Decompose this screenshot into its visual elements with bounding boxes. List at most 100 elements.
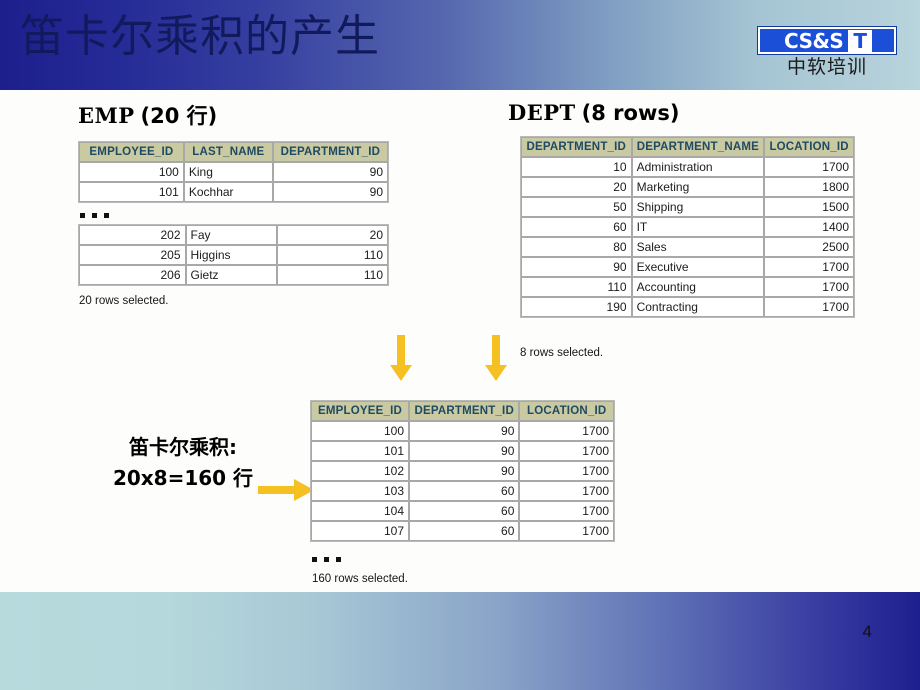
dept-result-table: DEPARTMENT_ID DEPARTMENT_NAME LOCATION_I…: [520, 136, 855, 318]
table-cell: 1700: [519, 501, 614, 521]
logo-badge-box: CS&S T: [757, 26, 897, 55]
table-cell: 90: [272, 182, 388, 202]
table-row: 202 Fay 20: [79, 225, 388, 245]
table-row: 50 Shipping 1500: [521, 197, 854, 217]
table-header-row: EMPLOYEE_ID LAST_NAME DEPARTMENT_ID: [79, 142, 388, 162]
table-cell: 20: [277, 225, 388, 245]
product-label-line2: 20x8=160 行: [112, 466, 254, 490]
table-cell: 1700: [519, 481, 614, 501]
table-cell: Administration: [631, 157, 765, 177]
slide-header-band: 笛卡尔乘积的产生 CS&S T 中软培训: [0, 0, 920, 90]
table-cell: 107: [311, 521, 410, 541]
slide-footer-band: 4: [0, 592, 920, 690]
table-cell: 60: [409, 501, 520, 521]
column-header-employee-id: EMPLOYEE_ID: [79, 142, 184, 162]
table-cell: 1700: [764, 297, 854, 317]
table-cell: 104: [311, 501, 410, 521]
table-row: 90 Executive 1700: [521, 257, 854, 277]
table-cell: 1700: [519, 461, 614, 481]
table-cell: 90: [409, 461, 520, 481]
column-header-department-name: DEPARTMENT_NAME: [631, 137, 765, 157]
table-cell: 90: [272, 162, 388, 182]
table-cell: 205: [79, 245, 186, 265]
table-cell: 206: [79, 265, 186, 285]
table-cell: 103: [311, 481, 410, 501]
product-label-line1: 笛卡尔乘积:: [129, 435, 237, 459]
table-header-row: DEPARTMENT_ID DEPARTMENT_NAME LOCATION_I…: [521, 137, 854, 157]
table-cell: 1700: [519, 441, 614, 461]
table-cell: Higgins: [185, 245, 278, 265]
table-cell: Fay: [185, 225, 278, 245]
table-cell: 90: [521, 257, 632, 277]
table-cell: 50: [521, 197, 632, 217]
table-cell: Shipping: [631, 197, 765, 217]
table-cell: 20: [521, 177, 632, 197]
cartesian-result-table: EMPLOYEE_ID DEPARTMENT_ID LOCATION_ID 10…: [310, 400, 615, 542]
table-cell: 1500: [764, 197, 854, 217]
table-cell: 60: [409, 481, 520, 501]
column-header-department-id: DEPARTMENT_ID: [409, 401, 520, 421]
dept-title-name: DEPT: [508, 100, 576, 125]
column-header-employee-id: EMPLOYEE_ID: [311, 401, 410, 421]
column-header-department-id: DEPARTMENT_ID: [272, 142, 388, 162]
dot-square: [80, 213, 85, 218]
column-header-location-id: LOCATION_ID: [519, 401, 614, 421]
table-cell: Accounting: [631, 277, 765, 297]
table-row: 100 King 90: [79, 162, 388, 182]
dept-rows-selected-caption: 8 rows selected.: [520, 347, 604, 359]
table-cell: 1800: [764, 177, 854, 197]
dot-square: [92, 213, 97, 218]
column-header-department-id: DEPARTMENT_ID: [521, 137, 632, 157]
table-cell: 1700: [764, 277, 854, 297]
dept-table-title: DEPT (8 rows): [508, 100, 679, 125]
cartesian-product-label: 笛卡尔乘积: 20x8=160 行: [103, 432, 263, 494]
dept-title-count: (8 rows): [581, 101, 680, 125]
table-cell: 1400: [764, 217, 854, 237]
page-title: 笛卡尔乘积的产生: [20, 11, 380, 62]
table-cell: 80: [521, 237, 632, 257]
table-cell: 202: [79, 225, 186, 245]
emp-result-table-top: EMPLOYEE_ID LAST_NAME DEPARTMENT_ID 100 K…: [78, 141, 389, 203]
table-row: 80 Sales 2500: [521, 237, 854, 257]
table-row: 205 Higgins 110: [79, 245, 388, 265]
emp-title-count: (20 行): [140, 104, 218, 128]
table-row: 103 60 1700: [311, 481, 614, 501]
dot-square: [324, 557, 329, 562]
dot-square: [104, 213, 109, 218]
arrow-right-icon-product: [258, 479, 314, 501]
table-row: 104 60 1700: [311, 501, 614, 521]
table-cell: 1700: [764, 157, 854, 177]
table-cell: 60: [521, 217, 632, 237]
table-cell: Contracting: [631, 297, 765, 317]
logo-wordmark: CS&S: [784, 28, 844, 53]
table-cell: 1700: [519, 521, 614, 541]
dot-square: [336, 557, 341, 562]
table-row: 10 Administration 1700: [521, 157, 854, 177]
table-row: 101 90 1700: [311, 441, 614, 461]
logo-t-badge: T: [848, 29, 872, 52]
table-header-row: EMPLOYEE_ID DEPARTMENT_ID LOCATION_ID: [311, 401, 614, 421]
table-cell: 110: [521, 277, 632, 297]
result-ellipsis-indicator: [312, 557, 341, 562]
emp-result-table-bottom: 202 Fay 20 205 Higgins 110 206 Gietz 110: [78, 224, 389, 286]
arrow-down-icon-dept: [485, 335, 507, 381]
table-row: 110 Accounting 1700: [521, 277, 854, 297]
result-rows-selected-caption: 160 rows selected.: [312, 573, 408, 585]
table-cell: 90: [409, 441, 520, 461]
table-cell: 1700: [764, 257, 854, 277]
table-cell: Executive: [631, 257, 765, 277]
table-row: 190 Contracting 1700: [521, 297, 854, 317]
table-cell: 2500: [764, 237, 854, 257]
table-cell: IT: [631, 217, 765, 237]
table-cell: 10: [521, 157, 632, 177]
table-cell: 190: [521, 297, 632, 317]
table-cell: Gietz: [185, 265, 278, 285]
table-cell: 101: [311, 441, 410, 461]
table-cell: 60: [409, 521, 520, 541]
table-row: 101 Kochhar 90: [79, 182, 388, 202]
table-cell: Sales: [631, 237, 765, 257]
table-cell: King: [183, 162, 273, 182]
table-cell: Kochhar: [183, 182, 273, 202]
table-cell: 100: [79, 162, 184, 182]
brand-logo: CS&S T 中软培训: [757, 26, 897, 80]
